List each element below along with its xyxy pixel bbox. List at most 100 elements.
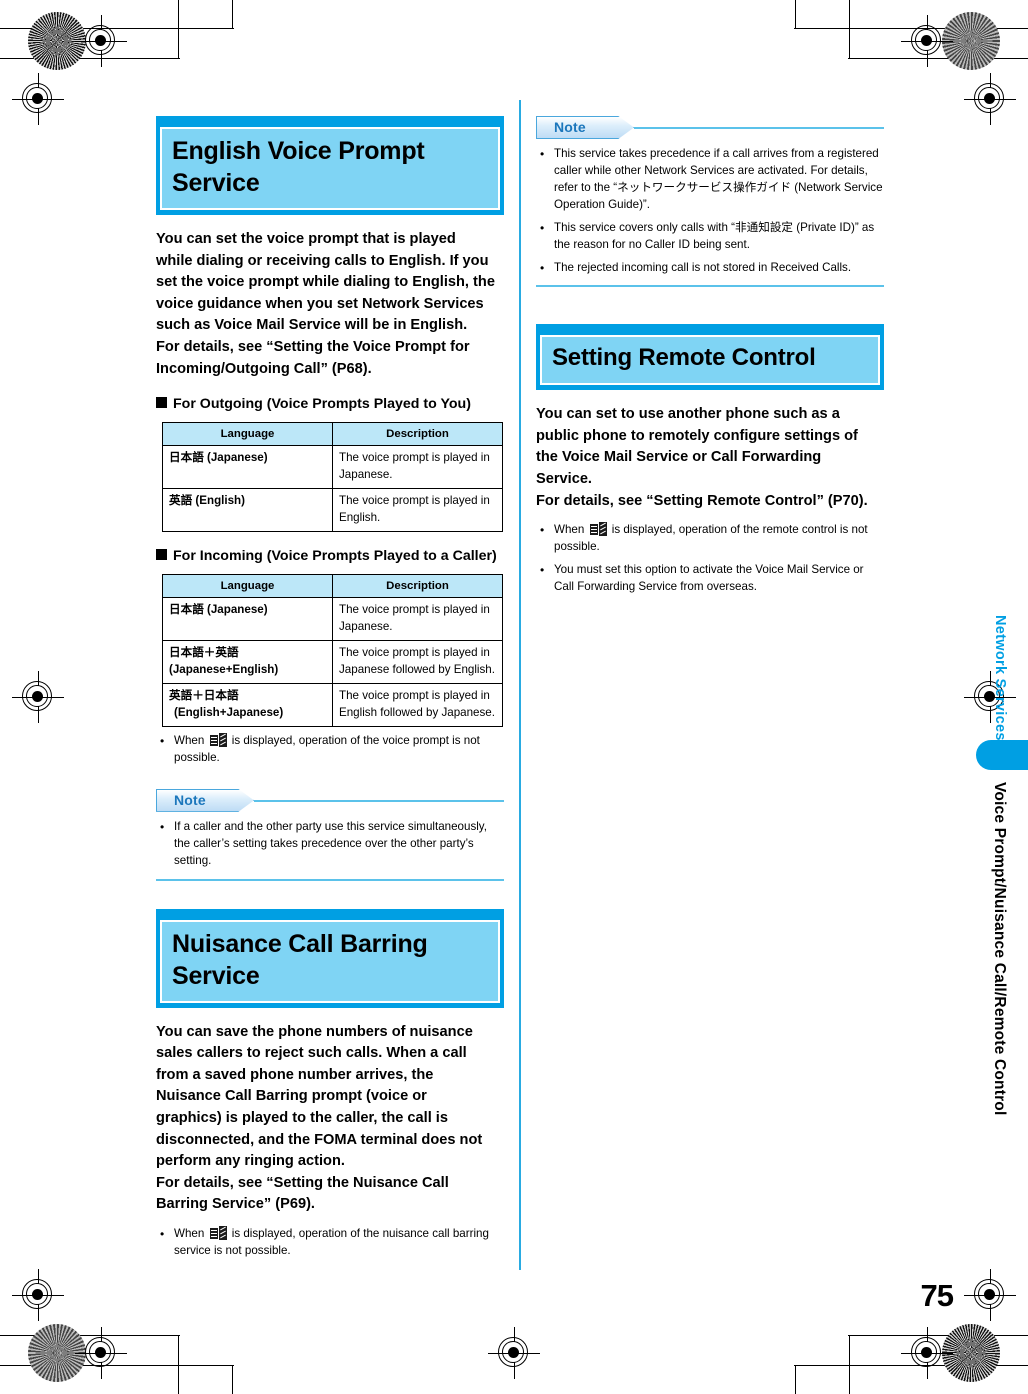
note-block-voice-prompt: Note • If a caller and the other party u… <box>156 788 504 881</box>
list-item: • The rejected incoming call is not stor… <box>536 260 884 277</box>
lead-line: such as Voice Mail Service will be in En… <box>156 317 468 334</box>
list-item: • When is displayed, operation of the nu… <box>156 1225 504 1260</box>
lead-line: Nuisance Call Barring prompt (voice or <box>156 1088 427 1105</box>
out-of-service-area-icon <box>209 1225 227 1240</box>
note-item-text: The rejected incoming call is not stored… <box>554 260 852 274</box>
table-row: 英語 (English) The voice prompt is played … <box>162 488 503 533</box>
lead-line: while dialing or receiving calls to Engl… <box>156 252 489 269</box>
lead-line: disconnected, and the FOMA terminal does… <box>156 1131 483 1148</box>
out-of-service-area-icon <box>589 522 607 537</box>
list-item: • When is displayed, operation of the re… <box>536 522 884 556</box>
out-of-service-area-icon <box>209 733 227 747</box>
note-body: • If a caller and the other party use th… <box>156 819 504 870</box>
note-list: • If a caller and the other party use th… <box>156 819 504 870</box>
lead-line: You can set to use another phone such as… <box>536 406 840 423</box>
col-header-description: Description <box>332 574 503 599</box>
lead-line: Service. <box>536 470 592 487</box>
square-bullet-icon <box>156 549 167 561</box>
note-rule <box>254 799 504 802</box>
section2-lead: You can save the phone numbers of nuisan… <box>156 1022 504 1216</box>
section-title: Nuisance Call Barring Service <box>172 929 428 990</box>
note-tag: Note <box>156 788 254 812</box>
bullet-dot-icon: • <box>540 523 545 538</box>
cell-description: The voice prompt is played in English. <box>332 488 503 533</box>
bullet-text: You must set this option to activate the… <box>554 562 864 593</box>
subhead-label: For Incoming (Voice Prompts Played to a … <box>173 548 497 565</box>
cell-description: The voice prompt is played in Japanese. <box>332 445 503 490</box>
subhead-for-outgoing: For Outgoing (Voice Prompts Played to Yo… <box>156 394 504 414</box>
note-header: Note <box>156 788 504 812</box>
list-item: • If a caller and the other party use th… <box>156 819 504 870</box>
lead-line: graphics) is played to the caller, the c… <box>156 1109 448 1126</box>
table-row: 日本語＋英語 (Japanese+English) The voice prom… <box>162 640 503 685</box>
side-tab-chapter-label[interactable]: Network Services <box>992 615 1008 741</box>
bullet-dot-icon: • <box>540 220 545 235</box>
side-tab-section-label[interactable]: Voice Prompt/Nuisance Call/Remote Contro… <box>990 782 1008 1115</box>
cell-description: The voice prompt is played in English fo… <box>332 683 503 727</box>
note-item-text: This service covers only calls with “非通知… <box>554 220 875 251</box>
lead-line: voice guidance when you set Network Serv… <box>156 295 484 312</box>
cell-language: 英語＋日本語 (English+Japanese) <box>162 683 333 727</box>
bullet-dot-icon: • <box>160 1226 165 1241</box>
lead-line: For details, see “Setting Remote Control… <box>536 492 868 509</box>
section1-bullets: • When is displayed, operation of the vo… <box>156 733 504 767</box>
col-header-description: Description <box>332 422 503 447</box>
list-item: • You must set this option to activate t… <box>536 562 884 596</box>
cell-language-jp: 日本語＋英語 <box>169 646 239 660</box>
table-row: 日本語 (Japanese) The voice prompt is playe… <box>162 597 503 642</box>
table-row: 英語＋日本語 (English+Japanese) The voice prom… <box>162 683 503 727</box>
lead-line: perform any ringing action. <box>156 1153 345 1170</box>
section2-bullets: • When is displayed, operation of the nu… <box>156 1225 504 1260</box>
cell-language-romaji: (English+Japanese) <box>174 705 284 719</box>
note-bottom-rule <box>536 285 884 288</box>
note-list: • This service takes precedence if a cal… <box>536 146 884 276</box>
cell-language: 日本語＋英語 (Japanese+English) <box>162 640 333 685</box>
lead-line: public phone to remotely configure setti… <box>536 427 858 444</box>
cell-language-jp: 英語＋日本語 <box>169 689 239 703</box>
lead-line: Incoming/Outgoing Call” (P68). <box>156 360 372 377</box>
list-item: • This service covers only calls with “非… <box>536 220 884 254</box>
bullet-dot-icon: • <box>160 734 165 748</box>
col-header-language: Language <box>162 574 333 599</box>
subhead-for-incoming: For Incoming (Voice Prompts Played to a … <box>156 546 504 566</box>
section-header-english-voice-prompt: English Voice Prompt Service <box>156 116 504 215</box>
bullet-dot-icon: • <box>540 147 545 161</box>
bullet-dot-icon: • <box>540 562 545 577</box>
square-bullet-icon <box>156 397 167 409</box>
lead-line: sales callers to reject such calls. When… <box>156 1045 467 1062</box>
manual-page: English Voice Prompt Service You can set… <box>0 0 1028 1394</box>
bullet-dot-icon: • <box>160 819 165 834</box>
section-header-setting-remote-control: Setting Remote Control <box>536 324 884 391</box>
note-header: Note <box>536 116 884 139</box>
table-header-row: Language Description <box>162 422 503 447</box>
page-number: 75 <box>920 1278 954 1313</box>
cell-language: 日本語 (Japanese) <box>162 597 333 642</box>
remote-control-bullets: • When is displayed, operation of the re… <box>536 522 884 596</box>
note-block-nuisance-call: Note • This service takes precedence if … <box>536 116 884 288</box>
bullet-dot-icon: • <box>540 260 545 275</box>
note-tag: Note <box>536 116 634 139</box>
lead-line: the Voice Mail Service or Call Forwardin… <box>536 449 822 466</box>
lead-line: Barring Service” (P69). <box>156 1196 315 1213</box>
cell-description: The voice prompt is played in Japanese. <box>332 597 503 642</box>
left-column: English Voice Prompt Service You can set… <box>156 116 504 1260</box>
table-incoming-voice-prompts: Language Description 日本語 (Japanese) The … <box>162 574 503 727</box>
table-row: 日本語 (Japanese) The voice prompt is playe… <box>162 445 503 490</box>
col-header-language: Language <box>162 422 333 447</box>
table-header-row: Language Description <box>162 574 503 599</box>
list-item: • This service takes precedence if a cal… <box>536 146 884 214</box>
note-label: Note <box>174 791 206 808</box>
lead-line: from a saved phone number arrives, the <box>156 1066 434 1083</box>
subhead-label: For Outgoing (Voice Prompts Played to Yo… <box>173 396 471 413</box>
lead-line: For details, see “Setting the Nuisance C… <box>156 1174 449 1191</box>
page-title: English Voice Prompt Service <box>172 137 425 197</box>
bullet-text-pre: When <box>554 523 585 537</box>
note-body: • This service takes precedence if a cal… <box>536 146 884 276</box>
cell-language-romaji: (Japanese+English) <box>169 662 279 676</box>
lead-line: You can save the phone numbers of nuisan… <box>156 1023 473 1040</box>
side-tab-pill[interactable] <box>976 740 1028 770</box>
section1-lead: You can set the voice prompt that is pla… <box>156 229 504 380</box>
lead-line: set the voice prompt while dialing to En… <box>156 274 495 291</box>
note-item-text: This service takes precedence if a call … <box>554 147 883 211</box>
cell-language: 英語 (English) <box>162 488 333 533</box>
